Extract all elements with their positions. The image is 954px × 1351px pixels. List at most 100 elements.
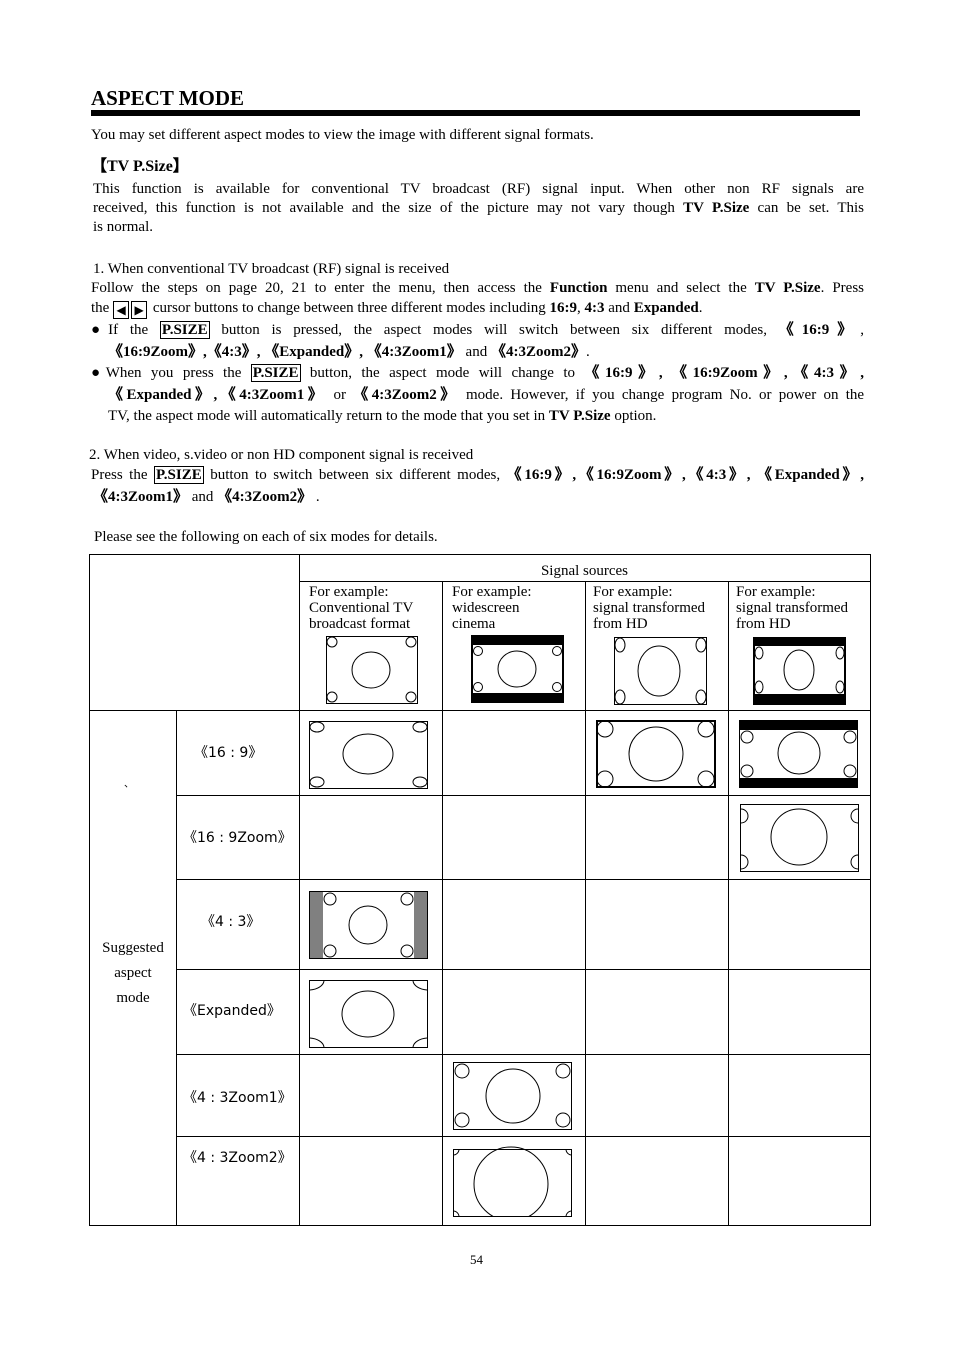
text: from HD <box>736 616 791 632</box>
text: widescreen <box>452 600 520 616</box>
text: cursor buttons to change between three d… <box>149 300 550 316</box>
text-bold: 《Expanded》,《4:3Zoom1》 <box>108 387 327 403</box>
source-diagram-hd-anamorphic <box>614 637 707 705</box>
text: and <box>604 300 634 316</box>
mode-diagram-16-9-zoom-hd-letterbox <box>740 804 859 872</box>
source-diagram-widescreen-cinema <box>471 635 564 703</box>
text: . <box>312 489 320 505</box>
text: signal transformed <box>593 600 706 616</box>
text-bold: 《16:9》,《16:9Zoom》,《4:3》, 《Expanded》, <box>506 467 864 483</box>
case2-line-2: 《4:3Zoom1》 and 《4:3Zoom2》 . <box>93 488 866 507</box>
case1-bullet-2-line-3: TV, the aspect mode will automatically r… <box>108 407 881 426</box>
source-header-4: For example: signal transformed from HD <box>736 584 848 632</box>
table-divider <box>176 879 870 880</box>
mode-diagram-16-9-hd-letterbox <box>739 720 858 788</box>
text: mode <box>116 990 150 1006</box>
source-header-2: For example: widescreen cinema <box>452 584 532 632</box>
text: For example: <box>736 584 816 600</box>
psize-key-label: P.SIZE <box>153 466 204 484</box>
table-divider <box>176 1054 870 1055</box>
right-arrow-key-icon: ▶ <box>131 301 148 319</box>
case1-bullet-2-line-1: ●When you press the P.SIZE button, the a… <box>91 364 864 383</box>
text-bold: 《4:3Zoom1》 <box>93 489 188 505</box>
see-following-text: Please see the following on each of six … <box>94 529 438 545</box>
bullet-icon: ● <box>91 365 106 381</box>
text: If the <box>108 322 160 338</box>
text: can be set. This <box>749 200 864 216</box>
text-bold: Expanded <box>633 300 699 316</box>
case1-bullet-1-line-2: 《16:9Zoom》,《4:3》, 《Expanded》, 《4:3Zoom1》… <box>108 343 881 362</box>
text-bold: 4:3 <box>584 300 605 316</box>
text: button is pressed, the aspect modes will… <box>209 322 779 338</box>
text: . Press <box>820 280 864 296</box>
source-diagram-hd-letterbox <box>753 637 846 705</box>
mode-label-4-3: 《4 : 3》 <box>201 914 261 930</box>
case2-line-1: Press the P.SIZE button to switch betwee… <box>91 466 864 485</box>
text: received, this function is not available… <box>93 200 684 216</box>
psize-key-label: P.SIZE <box>250 364 301 382</box>
text-bold: TV P.Size <box>683 200 750 216</box>
text: Follow the steps on page 20, 21 to enter… <box>91 280 550 296</box>
mode-diagram-4-3-zoom1-widescreen <box>453 1062 572 1130</box>
mode-label-4-3-zoom1: 《4 : 3Zoom1》 <box>183 1090 292 1106</box>
table-divider <box>299 581 870 582</box>
mode-label-4-3-zoom2: 《4 : 3Zoom2》 <box>183 1150 292 1166</box>
text: or <box>326 387 354 403</box>
text: broadcast format <box>309 616 411 632</box>
text: . <box>585 344 590 360</box>
text: Suggested <box>102 940 164 956</box>
table-divider <box>442 582 443 1225</box>
page-title: ASPECT MODE <box>91 86 245 110</box>
table-divider <box>176 1136 870 1137</box>
mode-diagram-expanded-conventional <box>309 980 428 1048</box>
text: option. <box>610 408 657 424</box>
mode-diagram-16-9-hd-anamorphic <box>596 720 716 788</box>
text-bold: TV P.Size <box>754 280 821 296</box>
text-bold: 《4:3Zoom2》 <box>490 344 586 360</box>
aspect-mode-table: Signal sources For example: Conventional … <box>89 554 871 1226</box>
case1-bullet-2-line-2: 《Expanded》,《4:3Zoom1》 or 《4:3Zoom2》 mode… <box>108 386 864 405</box>
text-bold: 16:9 <box>549 300 578 316</box>
text: the <box>91 300 114 316</box>
text: signal transformed <box>736 600 849 616</box>
mode-diagram-4-3-zoom2-widescreen <box>453 1146 572 1223</box>
mode-label-16-9: 《16 : 9》 <box>194 745 263 761</box>
text: For example: <box>309 584 389 600</box>
intro-text: You may set different aspect modes to vi… <box>91 127 594 143</box>
text: mode. However, if you change program No.… <box>458 387 865 403</box>
text-bold: 《16:9Zoom》,《4:3》, 《Expanded》, 《4:3Zoom1》 <box>108 344 462 360</box>
page-number: 54 <box>470 1252 483 1267</box>
table-divider <box>90 710 870 711</box>
text: menu and select the <box>607 280 755 296</box>
section-heading: 【TV P.Size】 <box>91 158 189 175</box>
suggested-aspect-mode-label: Suggested aspect mode <box>90 936 176 1011</box>
text-bold: 《4:3Zoom2》 <box>217 489 313 505</box>
source-header-1: For example: Conventional TV broadcast for… <box>309 584 413 632</box>
source-diagram-conventional-tv <box>326 636 418 704</box>
text: cinema <box>452 616 496 632</box>
table-divider <box>176 711 177 1225</box>
psize-key-label: P.SIZE <box>159 321 210 339</box>
text-bold: 《4:3Zoom2》 <box>353 387 459 403</box>
text-bold: TV P.Size <box>548 408 611 424</box>
section-para-line-1: This function is available for conventio… <box>93 181 864 197</box>
text: , <box>577 300 585 316</box>
stray-mark: 、 <box>124 779 134 790</box>
source-header-3: For example: signal transformed from HD <box>593 584 705 632</box>
text-bold: Function <box>549 280 608 296</box>
case1-line-2: the ◀ ▶ cursor buttons to change between … <box>91 299 864 319</box>
text: For example: <box>593 584 673 600</box>
case2-heading: 2. When video, s.video or non HD compone… <box>89 447 474 463</box>
text: button, the aspect mode will change to <box>300 365 585 381</box>
left-arrow-key-icon: ◀ <box>113 301 130 319</box>
text: TV, the aspect mode will automatically r… <box>108 408 549 424</box>
case1-bullet-1-line-1: ●If the P.SIZE button is pressed, the as… <box>91 321 864 340</box>
bullet-icon: ● <box>91 322 109 338</box>
case1-line-1: Follow the steps on page 20, 21 to enter… <box>91 279 864 298</box>
table-divider <box>176 969 870 970</box>
text: and <box>461 344 491 360</box>
table-divider <box>585 582 586 1225</box>
text: button to switch between six different m… <box>203 467 507 483</box>
mode-label-16-9-zoom: 《16 : 9Zoom》 <box>183 830 292 846</box>
text-bold: 《16:9》 <box>778 322 861 338</box>
